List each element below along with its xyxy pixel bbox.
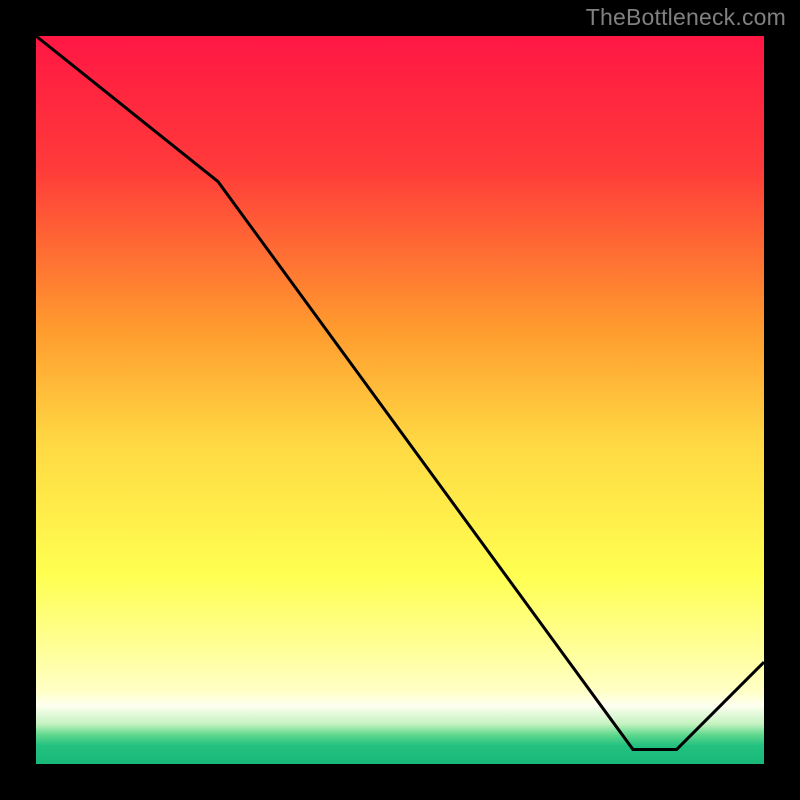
gradient-background [36, 36, 764, 764]
chart-root: TheBottleneck.com [0, 0, 800, 800]
plot-area [36, 36, 764, 764]
chart-svg [36, 36, 764, 764]
watermark-text: TheBottleneck.com [586, 4, 786, 31]
